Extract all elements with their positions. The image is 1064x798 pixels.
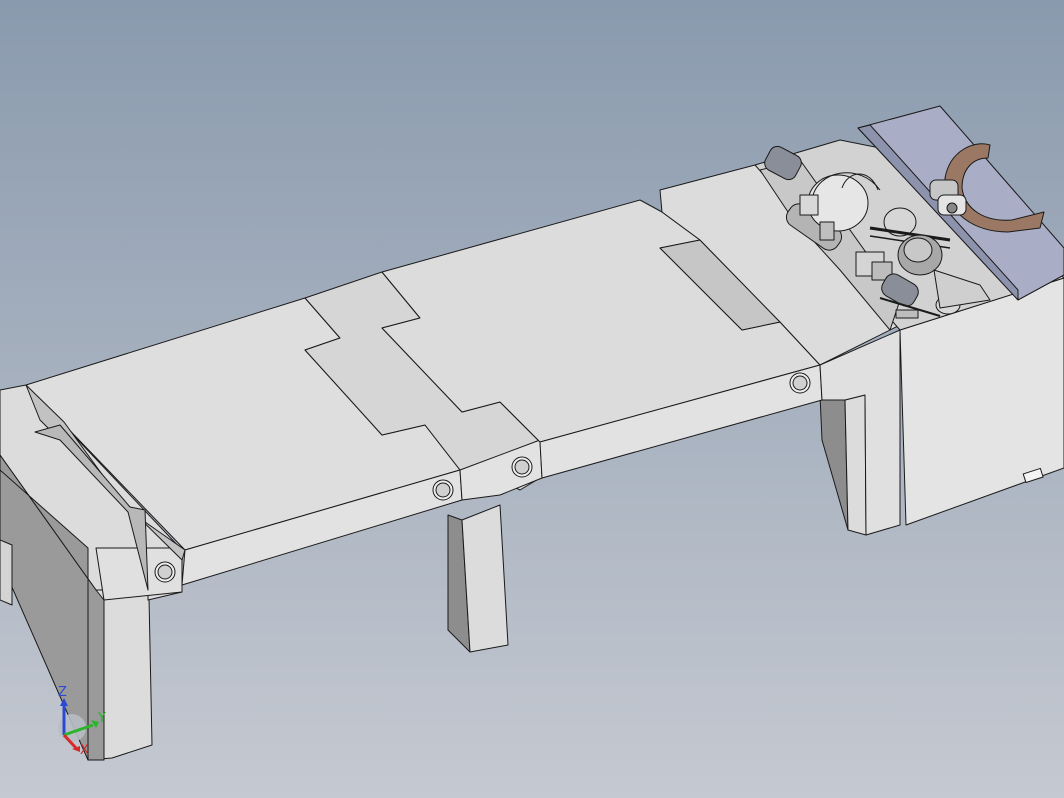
middle-leg bbox=[447, 504, 509, 653]
cad-3d-viewport[interactable]: Z Y X bbox=[0, 0, 1064, 798]
right-leg bbox=[819, 394, 867, 536]
x-axis-label: X bbox=[80, 743, 89, 758]
y-axis-label: Y bbox=[97, 711, 106, 726]
conveyor-assembly-model[interactable]: Z Y X bbox=[0, 0, 1064, 798]
z-axis-label: Z bbox=[58, 685, 67, 700]
